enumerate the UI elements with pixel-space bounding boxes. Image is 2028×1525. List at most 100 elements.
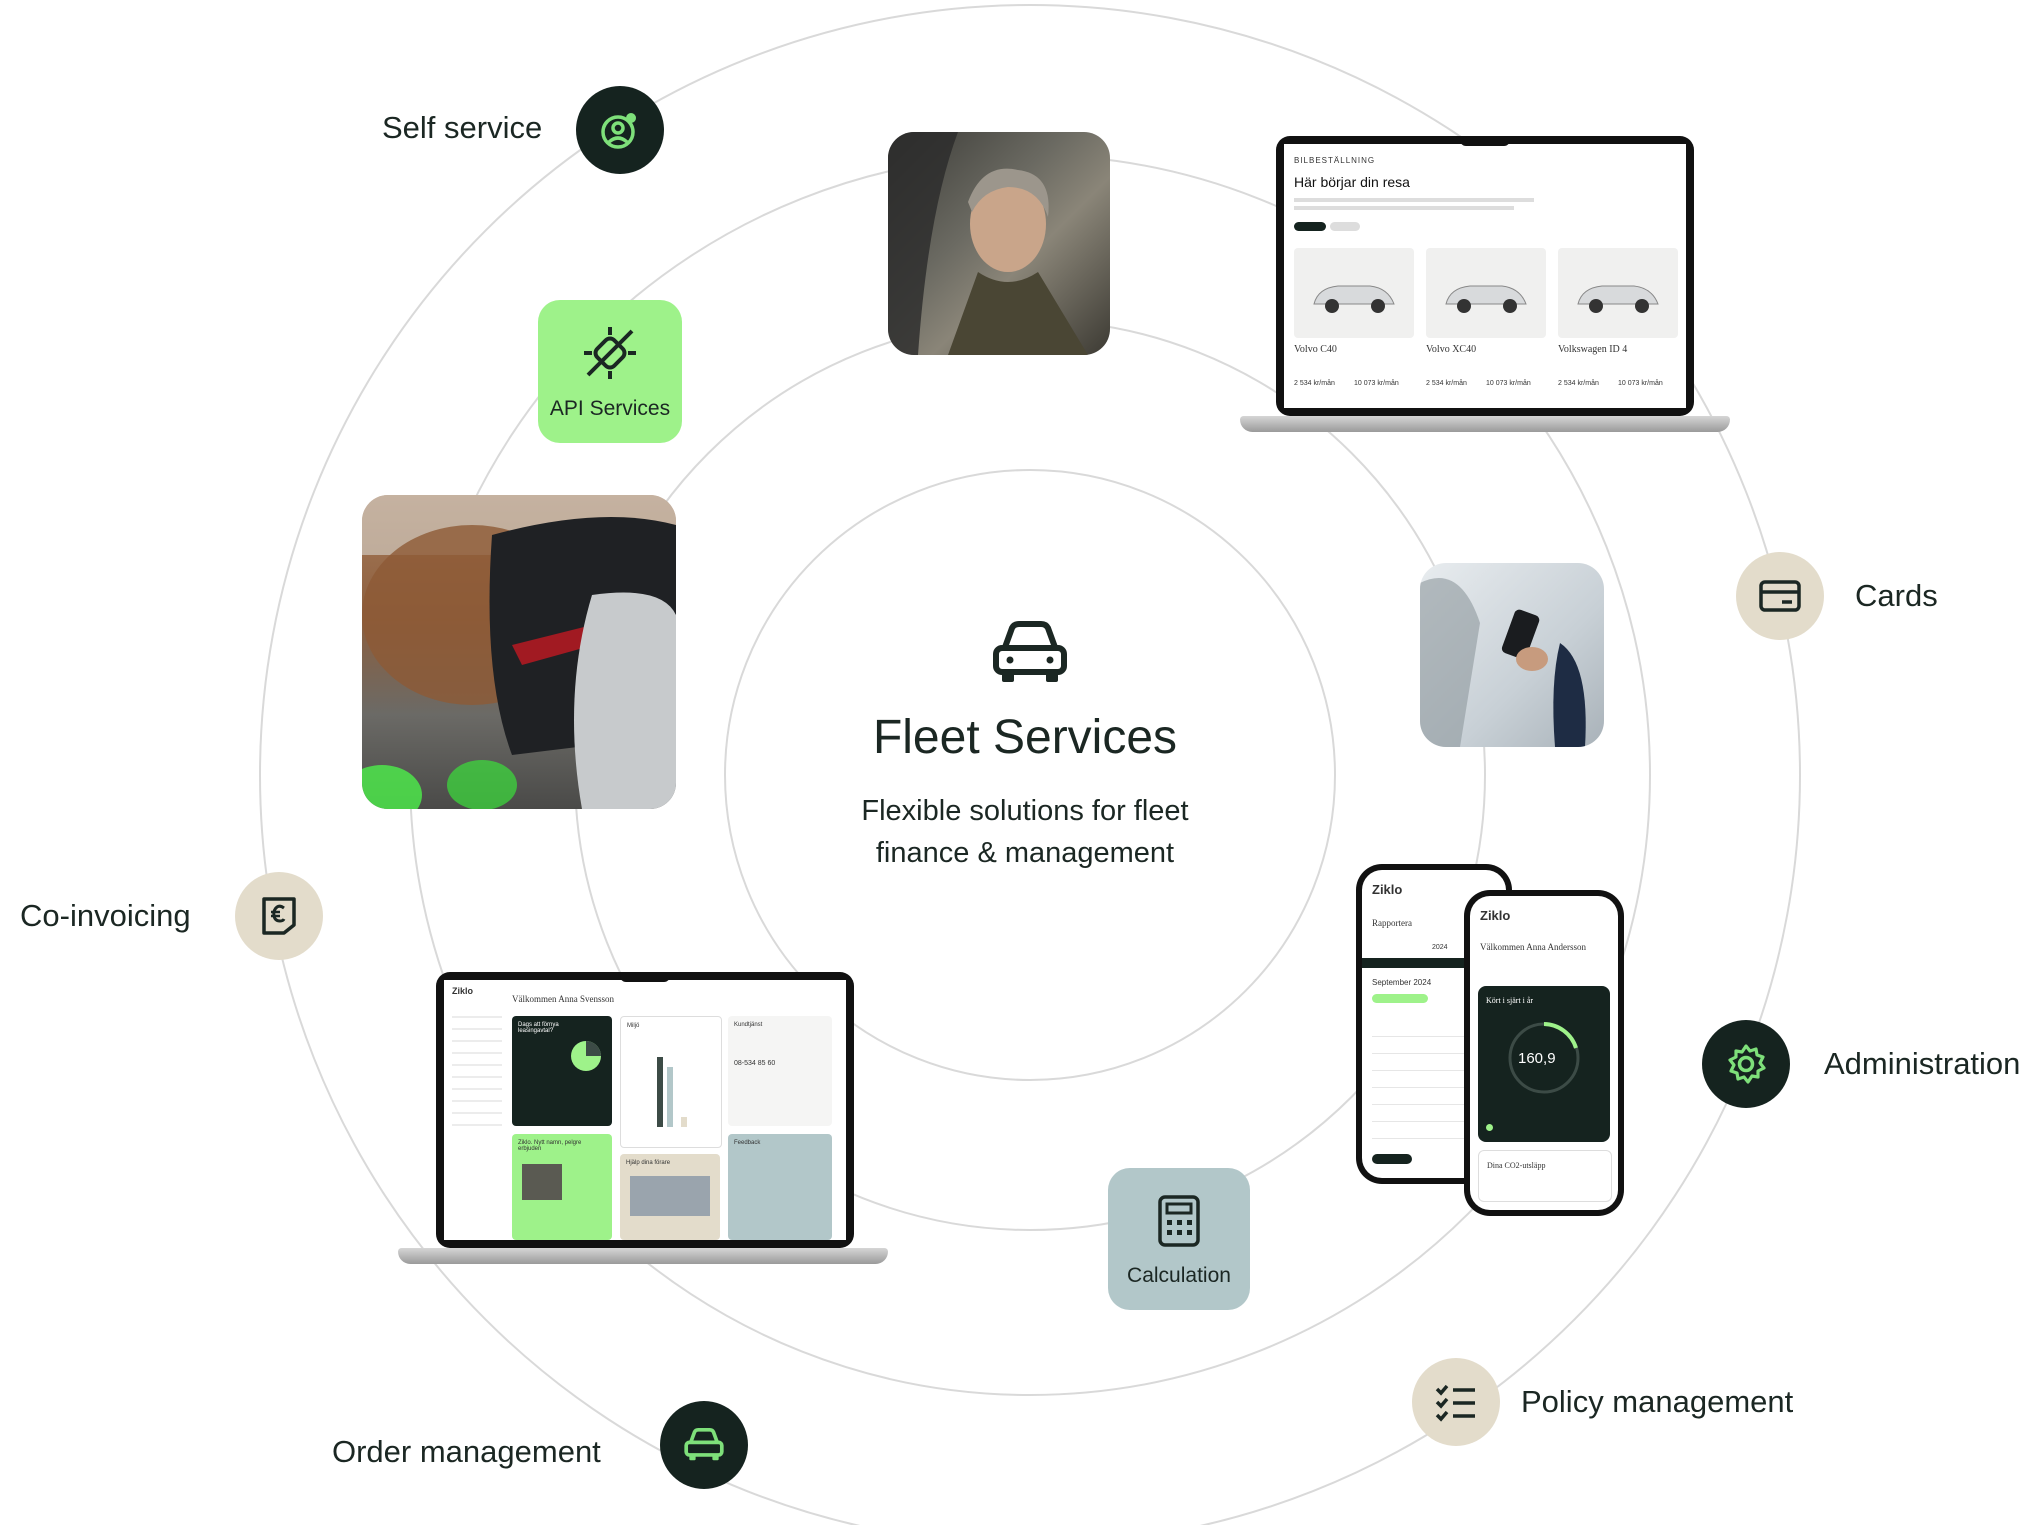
contact-card-title: Kundtjänst [734,1022,763,1028]
status-dot [1486,1124,1493,1131]
car-price: 2 534 kr/mån [1294,380,1335,387]
car-price: 10 073 kr/mån [1354,380,1399,387]
laptop-notch [1460,136,1510,146]
car-price: 2 534 kr/mån [1426,380,1467,387]
mileage-card[interactable]: Kört i sjärt i år 160,9 [1478,986,1610,1142]
report-title: Rapportera [1372,918,1412,928]
co-invoicing-label: Co-invoicing [20,898,191,933]
car-image [1313,285,1395,313]
calculator-icon [1158,1195,1200,1247]
car-name: Volkswagen ID 4 [1558,344,1628,355]
laptop-bottom-base [398,1248,888,1264]
dark-card[interactable]: Dags att förnya leasingavtal? [512,1016,612,1126]
calculation-label: Calculation [1127,1264,1231,1287]
car-icon [993,621,1067,682]
green-card-title: Ziklo. Nytt namn, pelgre erbjuden [518,1140,582,1152]
report-month: September 2024 [1372,978,1432,987]
card-photo [522,1164,562,1200]
phone-brand: Ziklo [1480,908,1511,923]
laptop-top-screen: BILBESTÄLLNING Här börjar din resa Volvo… [1284,144,1686,408]
self-service-badge[interactable] [576,86,664,174]
car-card-2[interactable] [1426,248,1546,338]
phone-front-screen: Ziklo Välkommen Anna Andersson Kört i sj… [1470,896,1618,1210]
car-image [1577,285,1659,313]
cards-badge[interactable] [1736,552,1824,640]
co2-title: Dina CO2-utsläpp [1487,1161,1546,1170]
driver-photo [888,132,1110,355]
administration-badge[interactable] [1702,1020,1790,1108]
car-name: Volvo C40 [1294,344,1337,355]
calculation-tile[interactable]: Calculation [1108,1168,1250,1310]
cards-label: Cards [1855,578,1938,613]
page-title: Fleet Services [872,711,1178,764]
car-price: 10 073 kr/mån [1618,380,1663,387]
text-line [1294,206,1514,210]
administration-label: Administration [1824,1046,2021,1081]
contact-card[interactable]: Kundtjänst 08-534 85 60 [728,1016,832,1126]
mileage-value: 160,9 [1518,1050,1556,1067]
api-services-label: API Services [549,397,671,420]
filter-pill[interactable] [1330,222,1360,231]
car-name: Volvo XC40 [1426,344,1477,355]
car-price: 10 073 kr/mån [1486,380,1531,387]
order-management-badge[interactable] [660,1401,748,1489]
feedback-card-title: Feedback [734,1140,761,1146]
car-image [1445,285,1527,313]
filter-pill[interactable] [1294,222,1326,231]
beige-card-title: Hjälp dina förare [626,1160,671,1166]
text-line [1294,198,1534,202]
co-invoicing-badge[interactable] [235,872,323,960]
phone-brand: Ziklo [1372,882,1403,897]
policy-management-label: Policy management [1521,1384,1794,1419]
subtitle-line-1: Flexible solutions for fleet [861,795,1189,827]
phone-front: Ziklo Välkommen Anna Andersson Kört i sj… [1464,890,1624,1216]
car-card-1[interactable] [1294,248,1414,338]
laptop-bottom-screen: Ziklo Välkommen Anna Svensson Dags att f… [444,980,846,1240]
mileage-title: Kört i sjärt i år [1486,996,1534,1005]
car-price: 2 534 kr/mån [1558,380,1599,387]
api-services-tile[interactable]: API Services [538,300,682,443]
self-service-label: Self service [382,110,543,145]
checklist-icon [1435,1384,1475,1422]
fleet-services-diagram: Fleet Services Flexible solutions for fl… [0,0,2028,1525]
co2-card[interactable]: Dina CO2-utsläpp [1478,1150,1612,1202]
card-photo [630,1176,710,1216]
order-heading: Här börjar din resa [1294,174,1410,190]
front-welcome: Välkommen Anna Andersson [1480,942,1586,952]
policy-management-badge[interactable] [1412,1358,1500,1446]
bar-chart-icon [657,1057,687,1127]
laptop-top-base [1240,416,1730,432]
contact-phone: 08-534 85 60 [734,1060,776,1067]
plug-disconnect-icon [584,327,636,379]
phone-hand-illustration [1420,578,1586,747]
car-icon [684,1427,724,1461]
laptop-bottom: Ziklo Välkommen Anna Svensson Dags att f… [436,972,854,1248]
pie-chart-icon [571,1041,601,1071]
euro-invoice-icon [262,897,296,935]
sidebar-nav[interactable] [452,1006,502,1126]
car-card-3[interactable] [1558,248,1678,338]
chart-card-title: Miljö [627,1023,640,1029]
submit-button[interactable] [1372,1154,1412,1164]
credit-card-icon [1759,580,1801,612]
phone-hand-photo [1420,563,1604,747]
user-gear-icon [601,113,636,149]
dark-card-title: Dags att förnya leasingavtal? [518,1022,559,1034]
laptop-notch [620,972,670,982]
feedback-card[interactable]: Feedback [728,1134,832,1240]
subtitle-line-2: finance & management [875,837,1175,869]
chart-card[interactable]: Miljö [620,1016,722,1148]
parked-cars-photo [362,495,676,809]
laptop-top: BILBESTÄLLNING Här börjar din resa Volvo… [1276,136,1694,416]
welcome-text: Välkommen Anna Svensson [512,994,614,1004]
report-year: 2024 [1432,944,1448,951]
beige-card[interactable]: Hjälp dina förare [620,1154,720,1240]
order-kicker: BILBESTÄLLNING [1294,156,1376,165]
app-brand: Ziklo [452,986,474,996]
status-badge [1372,994,1428,1003]
gear-icon [1728,1044,1766,1084]
order-management-label: Order management [332,1434,601,1469]
green-card[interactable]: Ziklo. Nytt namn, pelgre erbjuden [512,1134,612,1240]
driver-illustration [888,132,1088,355]
parked-cars-illustration [362,495,676,809]
